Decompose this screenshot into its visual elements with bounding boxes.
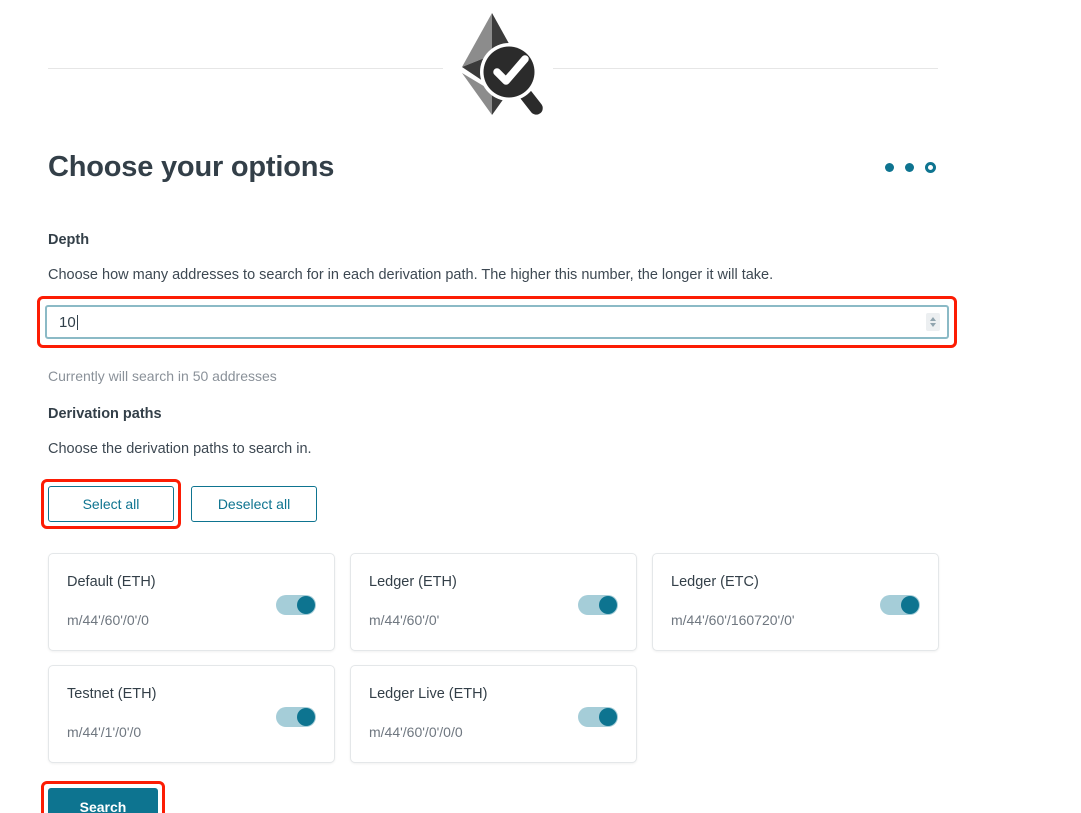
derivation-paths-help-text: Choose the derivation paths to search in… (48, 441, 312, 457)
path-value: m/44'/1'/0'/0 (67, 724, 142, 740)
path-toggle[interactable] (880, 595, 920, 615)
derivation-path-grid: Default (ETH) m/44'/60'/0'/0 Ledger (ETH… (48, 553, 953, 763)
derivation-path-card[interactable]: Ledger Live (ETH) m/44'/60'/0'/0/0 (350, 665, 637, 763)
path-value: m/44'/60'/0'/0 (67, 612, 149, 628)
select-all-button[interactable]: Select all (48, 486, 174, 522)
deselect-all-button[interactable]: Deselect all (191, 486, 317, 522)
derivation-path-card[interactable]: Ledger (ETH) m/44'/60'/0' (350, 553, 637, 651)
path-name: Ledger Live (ETH) (369, 686, 488, 702)
path-toggle[interactable] (276, 707, 316, 727)
step-dot-2[interactable] (905, 162, 914, 172)
depth-input-highlight: 10 (37, 296, 957, 348)
toggle-knob (599, 596, 617, 614)
path-toggle[interactable] (578, 595, 618, 615)
depth-section: Depth Choose how many addresses to searc… (48, 232, 948, 283)
header-band (0, 0, 1081, 138)
path-value: m/44'/60'/0' (369, 612, 440, 628)
step-indicator (885, 161, 938, 173)
depth-stepper[interactable] (926, 313, 940, 331)
path-name: Ledger (ETC) (671, 574, 759, 590)
path-value: m/44'/60'/160720'/0' (671, 612, 795, 628)
derivation-paths-label: Derivation paths (48, 406, 162, 422)
depth-input[interactable]: 10 (45, 305, 949, 339)
chevron-down-icon[interactable] (930, 323, 936, 327)
depth-input-value: 10 (59, 313, 76, 331)
page-title: Choose your options (48, 151, 335, 183)
path-name: Default (ETH) (67, 574, 156, 590)
path-name: Testnet (ETH) (67, 686, 157, 702)
derivation-path-card[interactable]: Ledger (ETC) m/44'/60'/160720'/0' (652, 553, 939, 651)
title-row: Choose your options (48, 150, 938, 185)
search-button-highlight: Search (41, 781, 165, 813)
path-name: Ledger (ETH) (369, 574, 457, 590)
ethereum-magnifier-logo-icon (443, 6, 553, 124)
toggle-knob (297, 596, 315, 614)
chevron-up-icon[interactable] (930, 317, 936, 321)
path-toggle[interactable] (276, 595, 316, 615)
text-caret (76, 314, 78, 330)
toggle-knob (599, 708, 617, 726)
select-all-highlight: Select all (41, 479, 181, 529)
page-root: Choose your options Depth Choose how man… (0, 0, 1081, 813)
depth-label: Depth (48, 232, 90, 248)
toggle-knob (901, 596, 919, 614)
select-buttons-row: Select all Deselect all (41, 479, 948, 529)
depth-note: Currently will search in 50 addresses (48, 368, 277, 384)
step-dot-3-current[interactable] (925, 161, 936, 173)
step-dot-1[interactable] (885, 162, 894, 172)
depth-help-text: Choose how many addresses to search for … (48, 267, 774, 283)
derivation-path-card[interactable]: Testnet (ETH) m/44'/1'/0'/0 (48, 665, 335, 763)
search-button[interactable]: Search (48, 788, 158, 813)
toggle-knob (297, 708, 315, 726)
path-toggle[interactable] (578, 707, 618, 727)
derivation-section: Derivation paths Choose the derivation p… (48, 406, 948, 457)
derivation-path-card[interactable]: Default (ETH) m/44'/60'/0'/0 (48, 553, 335, 651)
path-value: m/44'/60'/0'/0/0 (369, 724, 463, 740)
